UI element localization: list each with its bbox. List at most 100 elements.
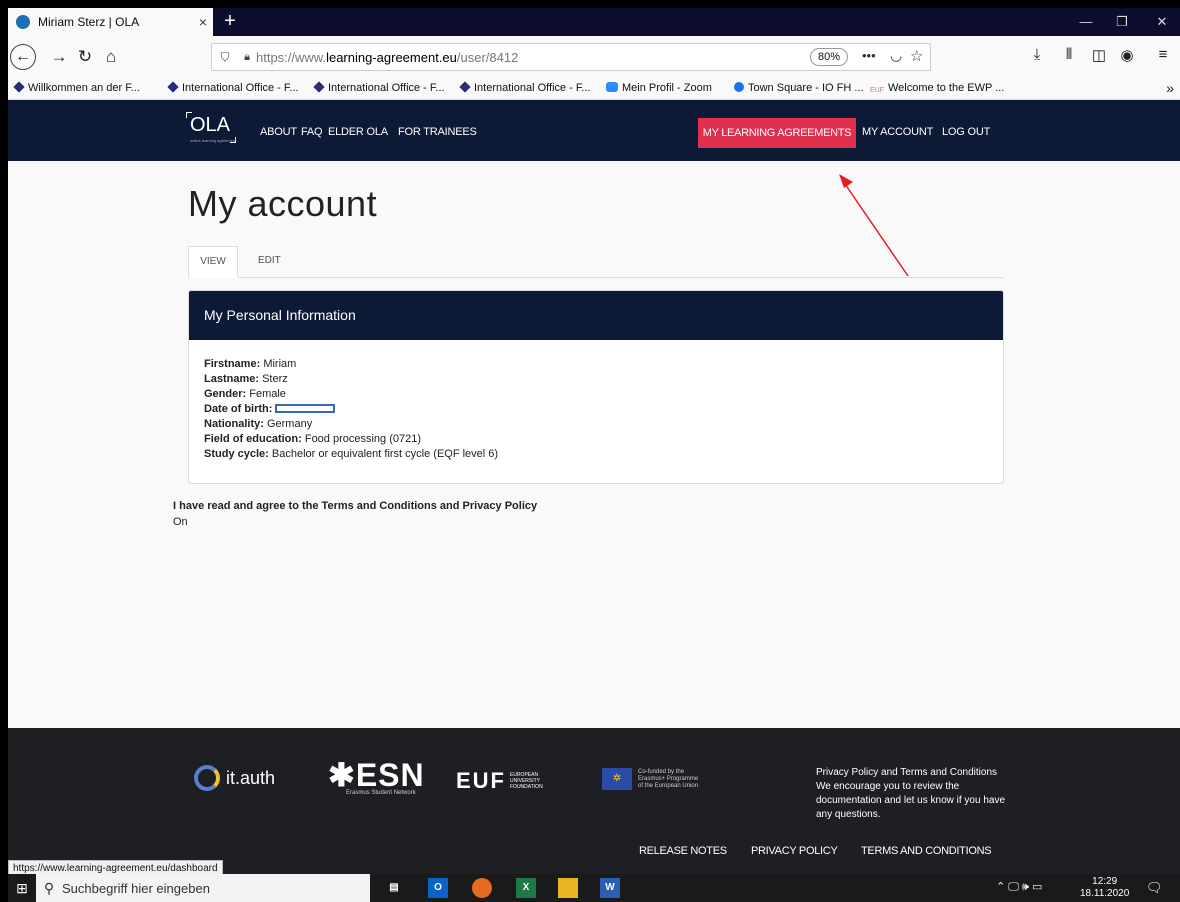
drupal-favicon-icon	[16, 15, 30, 29]
url-domain: learning-agreement.eu	[326, 49, 457, 65]
url-bar[interactable]: ⛉ 🔒︎ https://www. learning-agreement.eu/u…	[211, 43, 931, 71]
bookmark-favicon-icon	[459, 81, 471, 93]
bookmark-item[interactable]: International Office - F...	[167, 81, 299, 94]
library-icon[interactable]: ⫴	[1058, 46, 1080, 68]
site-header: OLA online learning agreement ABOUT FAQ …	[8, 100, 1180, 161]
nationality-value: Germany	[266, 418, 313, 430]
search-icon: ⚲	[43, 879, 55, 896]
nav-log-out[interactable]: LOG OUT	[942, 126, 990, 138]
itauth-logo: it.auth	[194, 765, 275, 791]
tab-strip: Miriam Sterz | OLA × + — ❐ ✕	[8, 8, 1180, 36]
url-path: /user/8412	[456, 49, 519, 65]
account-tabs: VIEW EDIT	[188, 246, 1004, 278]
bookmark-favicon-icon	[167, 81, 179, 93]
new-tab-button[interactable]: +	[219, 10, 241, 32]
tab-close-icon[interactable]: ×	[193, 14, 213, 30]
mattermost-favicon-icon	[734, 82, 744, 92]
taskbar-search[interactable]: ⚲ Suchbegriff hier eingeben	[36, 874, 370, 902]
window-close-icon[interactable]: ✕	[1144, 8, 1180, 36]
eu-flag-icon: ✲	[602, 768, 632, 790]
home-icon[interactable]: ⌂	[100, 46, 122, 68]
clock-date: 18.11.2020	[1080, 888, 1130, 899]
word-icon[interactable]: W	[600, 878, 620, 898]
tab-title: Miriam Sterz | OLA	[38, 15, 140, 29]
reload-icon[interactable]: ↻	[74, 46, 96, 68]
bookmarks-overflow-icon[interactable]: »	[1166, 80, 1174, 96]
lock-icon[interactable]: 🔒︎	[238, 51, 256, 64]
windows-start-icon[interactable]: ⊞	[8, 874, 36, 902]
esn-star-icon: ✱	[328, 757, 356, 793]
page-title: My account	[188, 183, 378, 224]
field-of-education-row: Field of education: Food processing (072…	[204, 433, 422, 445]
footer-terms-and-conditions[interactable]: TERMS AND CONDITIONS	[861, 845, 992, 857]
firstname-row: Firstname: Miriam	[204, 358, 297, 370]
bookmark-item[interactable]: Mein Profil - Zoom	[606, 82, 712, 94]
nav-my-learning-agreements[interactable]: MY LEARNING AGREEMENTS	[698, 118, 856, 148]
task-view-icon[interactable]: ▤	[384, 878, 404, 898]
page-actions-icon[interactable]: •••	[862, 48, 876, 63]
outlook-icon[interactable]: O	[428, 878, 448, 898]
back-button[interactable]: ←	[10, 44, 36, 70]
lastname-row: Lastname: Sterz	[204, 373, 288, 385]
account-icon[interactable]: ◉	[1116, 46, 1138, 68]
system-tray[interactable]: ⌃ 🖵︎ 🕪︎ ▭	[996, 880, 1042, 894]
bookmark-item[interactable]: International Office - F...	[459, 81, 591, 94]
bookmark-item[interactable]: Willkommen an der F...	[13, 81, 140, 94]
euf-logo: EUF EUROPEAN UNIVERSITY FOUNDATION	[456, 768, 543, 793]
pocket-icon[interactable]: ◡	[890, 47, 902, 64]
bookmark-favicon-icon	[13, 81, 25, 93]
restore-icon[interactable]: ❐	[1104, 8, 1140, 36]
nationality-row: Nationality: Germany	[204, 418, 313, 430]
footer-release-notes[interactable]: RELEASE NOTES	[639, 845, 727, 857]
tray-chevron-icon[interactable]: ⌃	[996, 881, 1005, 893]
bookmark-item[interactable]: International Office - F...	[313, 81, 445, 94]
file-explorer-icon[interactable]	[558, 878, 578, 898]
tab-view[interactable]: VIEW	[188, 246, 238, 278]
study-cycle-value: Bachelor or equivalent first cycle (EQF …	[271, 448, 499, 460]
lastname-value: Sterz	[262, 373, 288, 385]
network-icon[interactable]: 🖵︎	[1008, 881, 1019, 893]
notification-icon[interactable]: 🗨︎	[1146, 880, 1163, 896]
search-placeholder: Suchbegriff hier eingeben	[62, 880, 210, 896]
nav-about[interactable]: ABOUT	[260, 126, 297, 138]
tracking-shield-icon[interactable]: ⛉	[212, 50, 238, 65]
browser-tab[interactable]: Miriam Sterz | OLA ×	[8, 8, 213, 36]
eu-cofunded-logo: ✲ Co-funded by the Erasmus+ Programme of…	[602, 768, 728, 790]
volume-icon[interactable]: 🕪︎	[1022, 881, 1029, 893]
navigation-toolbar: ← → ↻ ⌂ ⛉ 🔒︎ https://www. learning-agreem…	[8, 36, 1180, 78]
firefox-icon[interactable]	[472, 878, 492, 898]
bookmark-star-icon[interactable]: ☆	[910, 47, 923, 65]
battery-icon[interactable]: ▭	[1032, 881, 1042, 893]
field-of-education-value: Food processing (0721)	[304, 433, 422, 445]
privacy-text: We encourage you to review the documenta…	[816, 781, 1006, 820]
windows-taskbar: ⊞ ⚲ Suchbegriff hier eingeben ▤ O X W ⌃ …	[8, 874, 1180, 902]
excel-icon[interactable]: X	[516, 878, 536, 898]
nav-for-trainees[interactable]: FOR TRAINEES	[398, 126, 477, 138]
sidebar-icon[interactable]: ◫	[1088, 46, 1110, 68]
gender-value: Female	[249, 388, 286, 400]
taskbar-clock[interactable]: 12:29 18.11.2020	[1080, 876, 1129, 900]
personal-info-card: My Personal Information Firstname: Miria…	[188, 290, 1004, 484]
tab-edit[interactable]: EDIT	[248, 246, 291, 278]
bookmark-item[interactable]: Town Square - IO FH ...	[734, 82, 864, 94]
nav-my-account[interactable]: MY ACCOUNT	[862, 126, 933, 138]
nav-elder-ola[interactable]: ELDER OLA	[328, 126, 388, 138]
footer-privacy-policy[interactable]: PRIVACY POLICY	[751, 845, 838, 857]
zoom-favicon-icon	[606, 82, 618, 92]
ola-logo[interactable]: OLA online learning agreement	[186, 112, 236, 143]
card-body: Firstname: Miriam Lastname: Sterz Gender…	[189, 340, 1003, 479]
bookmark-item[interactable]: EUF Welcome to the EWP ...	[870, 82, 1004, 94]
minimize-icon[interactable]: —	[1068, 8, 1104, 36]
esn-logo: ✱ESN Erasmus Student Network	[328, 757, 425, 796]
clock-time: 12:29	[1092, 876, 1118, 887]
zoom-indicator[interactable]: 80%	[810, 48, 848, 66]
bookmark-favicon-icon	[313, 81, 325, 93]
downloads-icon[interactable]: ⤓	[1026, 46, 1048, 68]
nav-faq[interactable]: FAQ	[301, 126, 323, 138]
study-cycle-row: Study cycle: Bachelor or equivalent firs…	[204, 448, 499, 460]
terms-value: On	[173, 516, 188, 528]
menu-icon[interactable]: ≡	[1152, 46, 1174, 68]
forward-icon[interactable]: →	[48, 46, 70, 68]
dob-row: Date of birth:	[204, 402, 988, 417]
logo-subtitle: online learning agreement	[190, 138, 237, 143]
